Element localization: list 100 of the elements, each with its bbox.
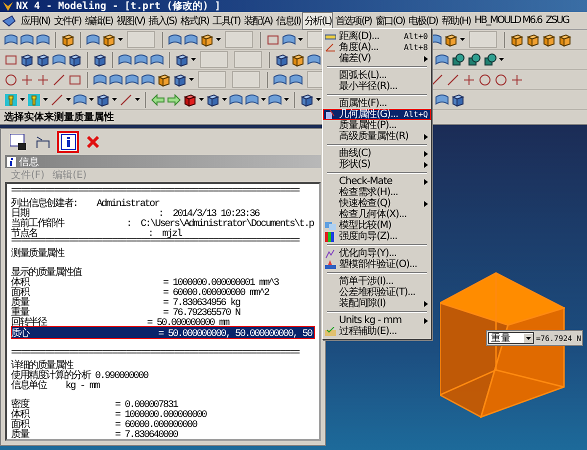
menu-item[interactable]: Check-Mate [323,176,431,187]
menu-item[interactable]: 视图(V) [114,12,147,30]
menu-item[interactable]: 帮助(H) [440,12,472,30]
menu-item[interactable]: 窗口(O) [373,12,407,30]
surface-icon[interactable] [93,72,107,86]
menu-item[interactable]: 曲线(C) [323,148,431,159]
menu-item[interactable]: HB_MOULD M6.6 [472,13,544,28]
cube-icon[interactable] [68,52,82,66]
caret-icon[interactable] [135,98,140,101]
circle-icon[interactable] [494,72,508,86]
cube-icon[interactable] [275,52,289,66]
caret-icon[interactable] [118,38,123,41]
surface-icon[interactable] [118,52,132,66]
line-icon[interactable] [430,72,444,86]
menu-item[interactable]: 电极(D) [406,12,440,30]
shape-icon[interactable] [483,52,497,66]
cube-icon[interactable] [542,32,556,46]
surface-icon[interactable] [4,32,18,46]
surface-icon[interactable] [307,52,321,66]
menu-item[interactable]: 编辑(E) [82,12,114,30]
menu-item[interactable]: 偏差(V) [323,53,431,64]
surface-icon[interactable] [245,92,259,106]
menu-item[interactable]: 圆弧长(L)... [323,70,431,81]
menu-item[interactable]: 简单干涉(I)... [323,276,431,287]
surface-icon[interactable] [435,52,449,66]
menu-item[interactable]: 模型比较(M) [323,220,431,231]
menu-item[interactable]: 装配(A) [242,12,274,30]
menu-item[interactable]: 文件(F) [52,12,83,30]
info-line[interactable]: 信息单位 kg - mm [11,378,315,388]
caret-icon[interactable] [524,334,533,342]
cube-icon[interactable] [175,52,189,66]
cube-icon[interactable] [558,32,572,46]
circle-icon[interactable] [4,72,18,86]
plus-icon[interactable] [462,72,476,86]
caret-icon[interactable] [112,98,117,101]
menu-item[interactable]: 信息(I) [274,12,302,30]
menu-item[interactable]: 面属性(F)... [323,98,431,109]
menu-item[interactable]: ZSUG [544,13,571,28]
surface-icon[interactable] [435,92,449,106]
surface-icon[interactable] [268,92,282,106]
surface-icon[interactable] [36,32,50,46]
cube-icon[interactable] [300,92,314,106]
menu-item[interactable]: 形状(S) [323,159,431,170]
cube-icon[interactable] [157,72,171,86]
arrow-left-icon[interactable] [151,92,165,106]
menu-item[interactable]: 检查需求(H)... [323,187,431,198]
rectangle-icon[interactable] [4,52,18,66]
cube-icon[interactable] [93,52,107,66]
info-line[interactable]: 使用精度计算的分析 0.990000000 [11,368,315,378]
caret-icon[interactable] [20,98,25,101]
surface-icon[interactable] [109,72,123,86]
cube-icon[interactable] [444,32,458,46]
app-icon[interactable] [2,14,16,26]
info-line[interactable]: 密度 = 0.000007831 [11,397,315,407]
surface-icon[interactable] [141,72,155,86]
caret-icon[interactable] [66,98,71,101]
surface-icon[interactable] [134,52,148,66]
pin-icon[interactable] [27,92,41,106]
menu-item[interactable]: 首选项(P) [333,12,374,30]
menu-item[interactable]: 格式(R) [178,12,211,30]
cube-icon[interactable] [20,52,34,66]
info-line[interactable]: 质量 = 7.830634956 kg [11,295,315,305]
caret-icon[interactable] [189,78,194,81]
menu-item[interactable]: Units kg - mm [323,315,431,326]
info-line[interactable]: 面积 = 60000.000000000 mm^2 [11,285,315,295]
surface-icon[interactable] [73,92,87,106]
info-line[interactable]: ============================================================ [11,186,315,196]
info-line[interactable]: 体积 = 1000000.000000001 mm^3 [11,275,315,285]
info-line[interactable]: 面积 = 60000.000000000 [11,417,315,427]
shape-icon[interactable] [467,52,481,66]
info-line[interactable]: 体积 = 1000000.000000000 [11,407,315,417]
cube-icon[interactable] [206,92,220,106]
caret-icon[interactable] [460,38,465,41]
info-line[interactable]: 列出信息创建者: Administrator [11,196,315,206]
menu-item[interactable]: 过程辅助(E)... [323,326,431,337]
surface-icon[interactable] [184,32,198,46]
cube-icon[interactable] [526,32,540,46]
cube-icon[interactable] [291,52,305,66]
menu-item[interactable]: 最小半径(R)... [323,81,431,92]
caret-icon[interactable] [316,98,321,101]
cube-icon[interactable] [451,92,465,106]
line-icon[interactable] [50,92,64,106]
surface-icon[interactable] [52,52,66,66]
line-icon[interactable] [119,92,133,106]
tool-button[interactable] [7,131,29,153]
info-line[interactable]: 质量 = 7.830640000 [11,427,315,437]
tool-button[interactable] [57,131,79,153]
plus-icon[interactable] [20,72,34,86]
cube-icon[interactable] [200,32,214,46]
cube-icon[interactable] [96,92,110,106]
cube-icon[interactable] [183,92,197,106]
info-line[interactable]: ============================================================ [11,348,315,358]
plus-icon[interactable] [36,72,50,86]
info-line[interactable]: 测量质量属性 [11,246,315,256]
plus-icon[interactable] [510,72,524,86]
info-line[interactable]: 显示的质量属性值 [11,265,315,275]
caret-icon[interactable] [499,58,504,61]
caret-icon[interactable] [43,98,48,101]
menu-item[interactable]: 公差堆积验证(T)... [323,287,431,298]
surface-icon[interactable] [168,32,182,46]
